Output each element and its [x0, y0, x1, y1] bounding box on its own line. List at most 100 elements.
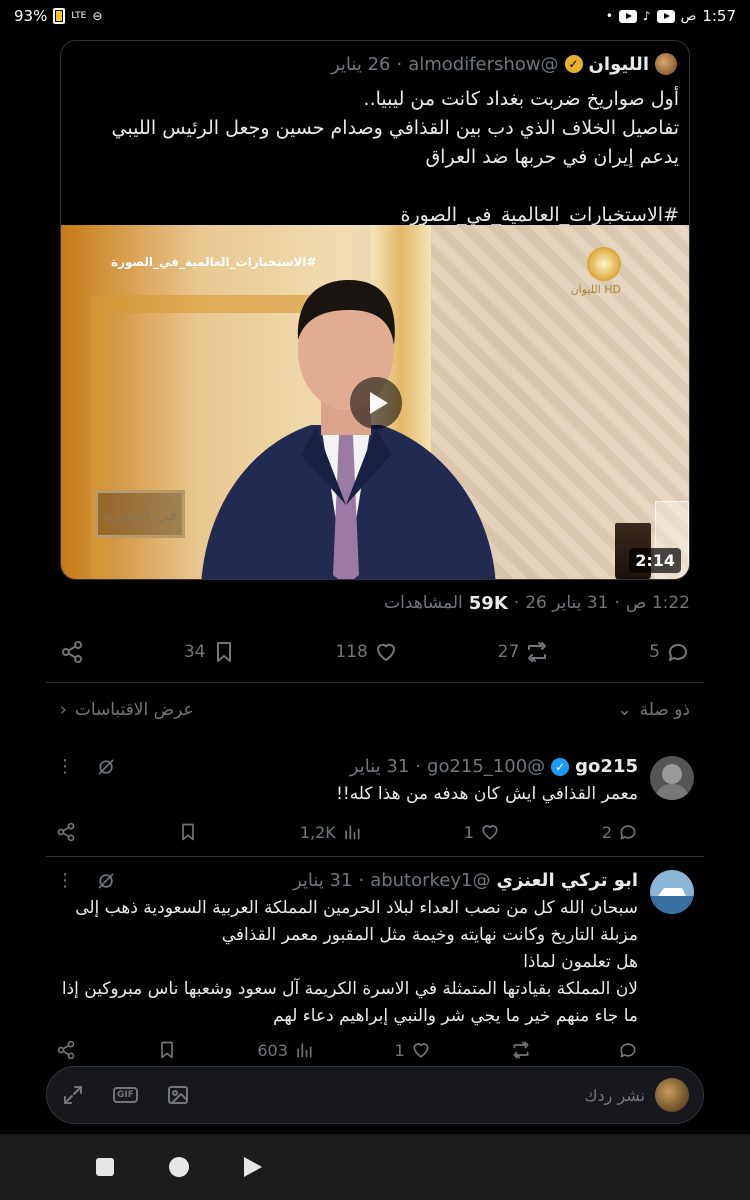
chevron-left-icon: ‹: [60, 700, 67, 720]
image-icon[interactable]: [166, 1083, 190, 1107]
expand-icon[interactable]: [61, 1083, 85, 1107]
retweet-button[interactable]: 27: [498, 640, 550, 664]
grok-icon[interactable]: [96, 757, 116, 777]
separator: ·: [358, 870, 365, 891]
avatar: [655, 1078, 689, 1112]
retweet-icon: [511, 1040, 531, 1060]
share-button[interactable]: [56, 1040, 76, 1060]
retweet-button[interactable]: [511, 1040, 531, 1060]
reply-body: go215 ✓ @go215_100 · 31 يناير معمر القذا…: [56, 756, 638, 808]
bookmark-icon: [178, 822, 198, 842]
compose-tools: GIF: [61, 1083, 190, 1107]
quoted-tweet-card[interactable]: الليوان ✓ @almodifershow · 26 يناير أول …: [60, 40, 690, 580]
reply-actions: 1 603: [56, 1040, 638, 1060]
verified-gold-icon: ✓: [564, 55, 583, 73]
reply-tools: ⋮: [56, 756, 116, 777]
avatar[interactable]: [650, 870, 694, 914]
reply-button[interactable]: 2: [602, 822, 638, 842]
retweet-icon: [525, 640, 549, 664]
author-handle[interactable]: @abutorkey1: [370, 870, 490, 891]
dnd-icon: ⊖: [92, 9, 103, 23]
battery-icon: [53, 8, 66, 24]
author-name[interactable]: الليوان: [589, 54, 649, 75]
battery-percent: 93%: [14, 7, 48, 25]
bookmark-button[interactable]: [178, 822, 198, 842]
retweet-count: 27: [497, 642, 520, 662]
views-chart-icon: [342, 822, 362, 842]
author-name[interactable]: ابو تركي العنزي: [496, 870, 638, 891]
author-handle[interactable]: @almodifershow: [408, 54, 558, 75]
relevance-dropdown[interactable]: ذو صلة ⌄: [617, 700, 690, 720]
share-button[interactable]: [60, 640, 84, 664]
compose-input-area[interactable]: نشر ردك: [584, 1078, 689, 1112]
author-handle[interactable]: @go215_100: [427, 756, 545, 777]
reply-button[interactable]: 5: [649, 640, 690, 664]
video-player[interactable]: #الاستخبارات_العالمية_في_الصورة الليوان …: [61, 225, 689, 579]
relevance-label: ذو صلة: [639, 700, 690, 720]
share-icon: [56, 822, 76, 842]
tweet-actions: 5 27 118 34: [60, 634, 690, 670]
like-button[interactable]: 118: [335, 640, 397, 664]
status-left: 93% LTE ⊖: [14, 7, 102, 25]
book-prop: في الصورة: [95, 490, 185, 538]
reply-item[interactable]: ابو تركي العنزي @abutorkey1 · 31 يناير س…: [46, 870, 704, 1060]
quoted-tweet-header: الليوان ✓ @almodifershow · 26 يناير: [61, 41, 689, 75]
reply-button[interactable]: [612, 1040, 638, 1060]
views-button[interactable]: 1,2K: [300, 822, 362, 842]
status-bar: 93% LTE ⊖ • ♪ ص 1:57: [0, 0, 750, 32]
reply-actions: 2 1 1,2K: [56, 822, 638, 842]
reply-sort-bar: ذو صلة ⌄ عرض الاقتباسات ‹: [60, 700, 690, 720]
reply-count: 5: [649, 642, 660, 662]
avatar[interactable]: [650, 756, 694, 800]
channel-logo-text: الليوان HD: [570, 283, 621, 296]
recent-apps-button[interactable]: [96, 1158, 114, 1176]
views-chart-icon: [294, 1040, 314, 1060]
channel-logo-icon: [587, 247, 621, 281]
verified-icon: ✓: [551, 757, 570, 776]
bookmark-count: 34: [183, 642, 206, 662]
presenter-figure: [201, 280, 496, 579]
views-button[interactable]: 603: [257, 1040, 314, 1060]
reply-item[interactable]: go215 ✓ @go215_100 · 31 يناير معمر القذا…: [46, 756, 704, 856]
like-button[interactable]: 1: [395, 1040, 431, 1060]
play-icon[interactable]: [350, 377, 402, 429]
share-icon: [60, 640, 84, 664]
quoted-tweet-text: أول صواريخ ضربت بغداد كانت من ليبيا.. تف…: [111, 88, 679, 226]
avatar[interactable]: [655, 53, 677, 75]
reply-header: ابو تركي العنزي @abutorkey1 · 31 يناير: [56, 870, 638, 891]
grok-icon[interactable]: [96, 871, 116, 891]
views-label: المشاهدات: [384, 593, 463, 613]
reply-text: معمر القذافي ايش كان هدفه من هذا كله!!: [336, 784, 638, 804]
gif-icon[interactable]: GIF: [113, 1087, 138, 1103]
share-button[interactable]: [56, 822, 76, 842]
like-button[interactable]: 1: [464, 822, 500, 842]
reply-count: 2: [601, 822, 612, 842]
views-count: 1,2K: [299, 822, 336, 842]
author-name[interactable]: go215: [575, 756, 638, 777]
bookmark-button[interactable]: 34: [184, 640, 236, 664]
view-quotes-label: عرض الاقتباسات: [74, 700, 194, 720]
reply-date: 31 يناير: [349, 756, 410, 777]
views-count: 59K: [468, 593, 508, 614]
like-count: 1: [394, 1040, 405, 1060]
share-icon: [56, 1040, 76, 1060]
tweet-date: 26 يناير: [330, 53, 391, 75]
tweet-meta: 1:22 ص · 31 يناير 26 · 59K المشاهدات: [60, 593, 690, 614]
compose-placeholder[interactable]: نشر ردك: [584, 1086, 645, 1105]
heart-icon: [374, 640, 398, 664]
reply-compose-bar: GIF نشر ردك: [46, 1066, 704, 1124]
more-icon[interactable]: ⋮: [56, 870, 74, 891]
more-icon[interactable]: ⋮: [56, 756, 74, 777]
view-quotes-link[interactable]: عرض الاقتباسات ‹: [60, 700, 194, 720]
bookmark-button[interactable]: [157, 1040, 177, 1060]
status-right: • ♪ ص 1:57: [606, 7, 736, 25]
separator: ·: [396, 53, 403, 75]
separator: ·: [513, 593, 520, 613]
back-button[interactable]: [244, 1157, 262, 1177]
youtube-icon: [656, 9, 675, 23]
reply-icon: [618, 1040, 638, 1060]
clock-period: ص: [680, 8, 697, 24]
home-button[interactable]: [169, 1157, 189, 1177]
tweet-date: 31 يناير 26: [525, 593, 609, 613]
bookmark-icon: [212, 640, 236, 664]
